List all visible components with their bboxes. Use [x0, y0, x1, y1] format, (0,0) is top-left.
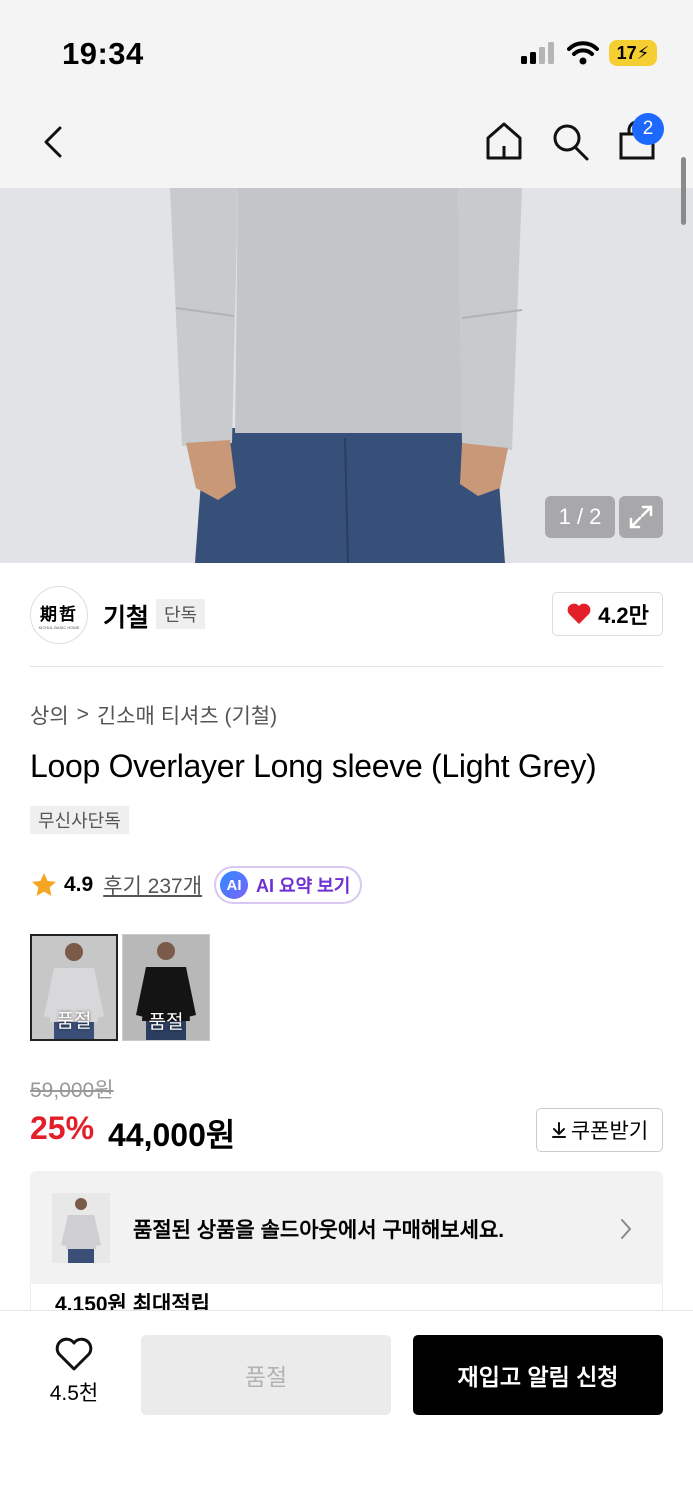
brand-logo-subtext: KICHUL BASIC HOME — [38, 625, 80, 630]
coupon-label: 쿠폰받기 — [570, 1120, 649, 1143]
brand-like-button[interactable]: 4.2만 — [552, 592, 663, 636]
brand-like-count: 4.2만 — [598, 603, 649, 628]
heart-outline-icon — [55, 1337, 93, 1371]
coupon-button[interactable]: 쿠폰받기 — [536, 1108, 663, 1152]
chevron-right-icon — [621, 1219, 632, 1239]
breadcrumb-category[interactable]: 상의 — [30, 700, 69, 730]
wishlist-count: 4.5천 — [49, 1382, 99, 1405]
download-icon — [551, 1122, 566, 1138]
sale-price: 44,000원 — [108, 1117, 236, 1153]
breadcrumb-separator: > — [76, 703, 89, 726]
ai-summary-label: AI 요약 보기 — [256, 876, 351, 896]
soldout-button: 품절 — [141, 1335, 391, 1415]
brand-logo[interactable]: 期哲 KICHUL BASIC HOME — [30, 586, 88, 644]
original-price: 59,000원 — [30, 1079, 114, 1102]
swatch-soldout-label: 품절 — [56, 1011, 92, 1032]
exclusive-tag: 무신사단독 — [30, 806, 129, 834]
rating-row: 4.9 후기 237개 AI AI 요약 보기 — [30, 866, 363, 904]
divider — [30, 666, 663, 667]
swatch-soldout-label: 품절 — [148, 1012, 184, 1033]
wishlist-button[interactable]: 4.5천 — [40, 1337, 108, 1407]
battery-icon: 17 ⚡ — [609, 40, 657, 66]
color-swatch-light-grey[interactable]: 품절 — [30, 934, 118, 1041]
battery-level: 17 — [616, 42, 637, 63]
discount-rate: 25% — [30, 1110, 95, 1146]
status-time: 19:34 — [62, 36, 144, 71]
image-counter: 1 / 2 — [545, 496, 615, 538]
brand-logo-mark: 期哲 — [40, 605, 78, 625]
ai-summary-button[interactable]: AI AI 요약 보기 — [214, 866, 363, 904]
banner-thumbnail — [52, 1193, 110, 1263]
nav-bar — [0, 100, 693, 188]
ai-badge-icon: AI — [220, 871, 249, 899]
color-swatch-black[interactable]: 품절 — [122, 934, 210, 1041]
cart-count-badge: 2 — [632, 113, 664, 145]
soldout-banner[interactable]: 품절된 상품을 솔드아웃에서 구매해보세요. — [30, 1171, 663, 1284]
back-chevron-icon[interactable] — [36, 122, 72, 162]
banner-photo — [52, 1193, 110, 1263]
status-icons: 17 ⚡ — [521, 40, 657, 66]
breadcrumb: 상의 > 긴소매 티셔츠 (기철) — [30, 700, 277, 730]
heart-filled-icon — [567, 603, 591, 624]
product-title: Loop Overlayer Long sleeve (Light Grey) — [30, 748, 597, 784]
star-icon — [32, 873, 56, 896]
charging-bolt-icon: ⚡ — [636, 42, 650, 63]
breadcrumb-subcategory[interactable]: 긴소매 티셔츠 (기철) — [97, 700, 277, 730]
brand-exclusive-tag: 단독 — [156, 599, 206, 629]
expand-icon — [629, 505, 653, 529]
status-bar: 19:34 17 ⚡ — [0, 0, 693, 100]
brand-name[interactable]: 기철 — [103, 598, 149, 634]
scrollbar-thumb[interactable] — [681, 157, 686, 225]
expand-image-button[interactable] — [619, 496, 663, 538]
cellular-signal-icon — [521, 42, 554, 64]
reviews-link[interactable]: 후기 237개 — [103, 870, 202, 900]
bottom-action-bar: 4.5천 품절 재입고 알림 신청 — [0, 1310, 693, 1500]
rating-value: 4.9 — [64, 873, 94, 896]
search-icon[interactable] — [550, 120, 590, 162]
wifi-icon — [567, 41, 599, 65]
soldout-banner-text: 품절된 상품을 솔드아웃에서 구매해보세요. — [133, 1219, 505, 1242]
restock-alert-button[interactable]: 재입고 알림 신청 — [413, 1335, 663, 1415]
home-icon[interactable] — [484, 120, 524, 162]
